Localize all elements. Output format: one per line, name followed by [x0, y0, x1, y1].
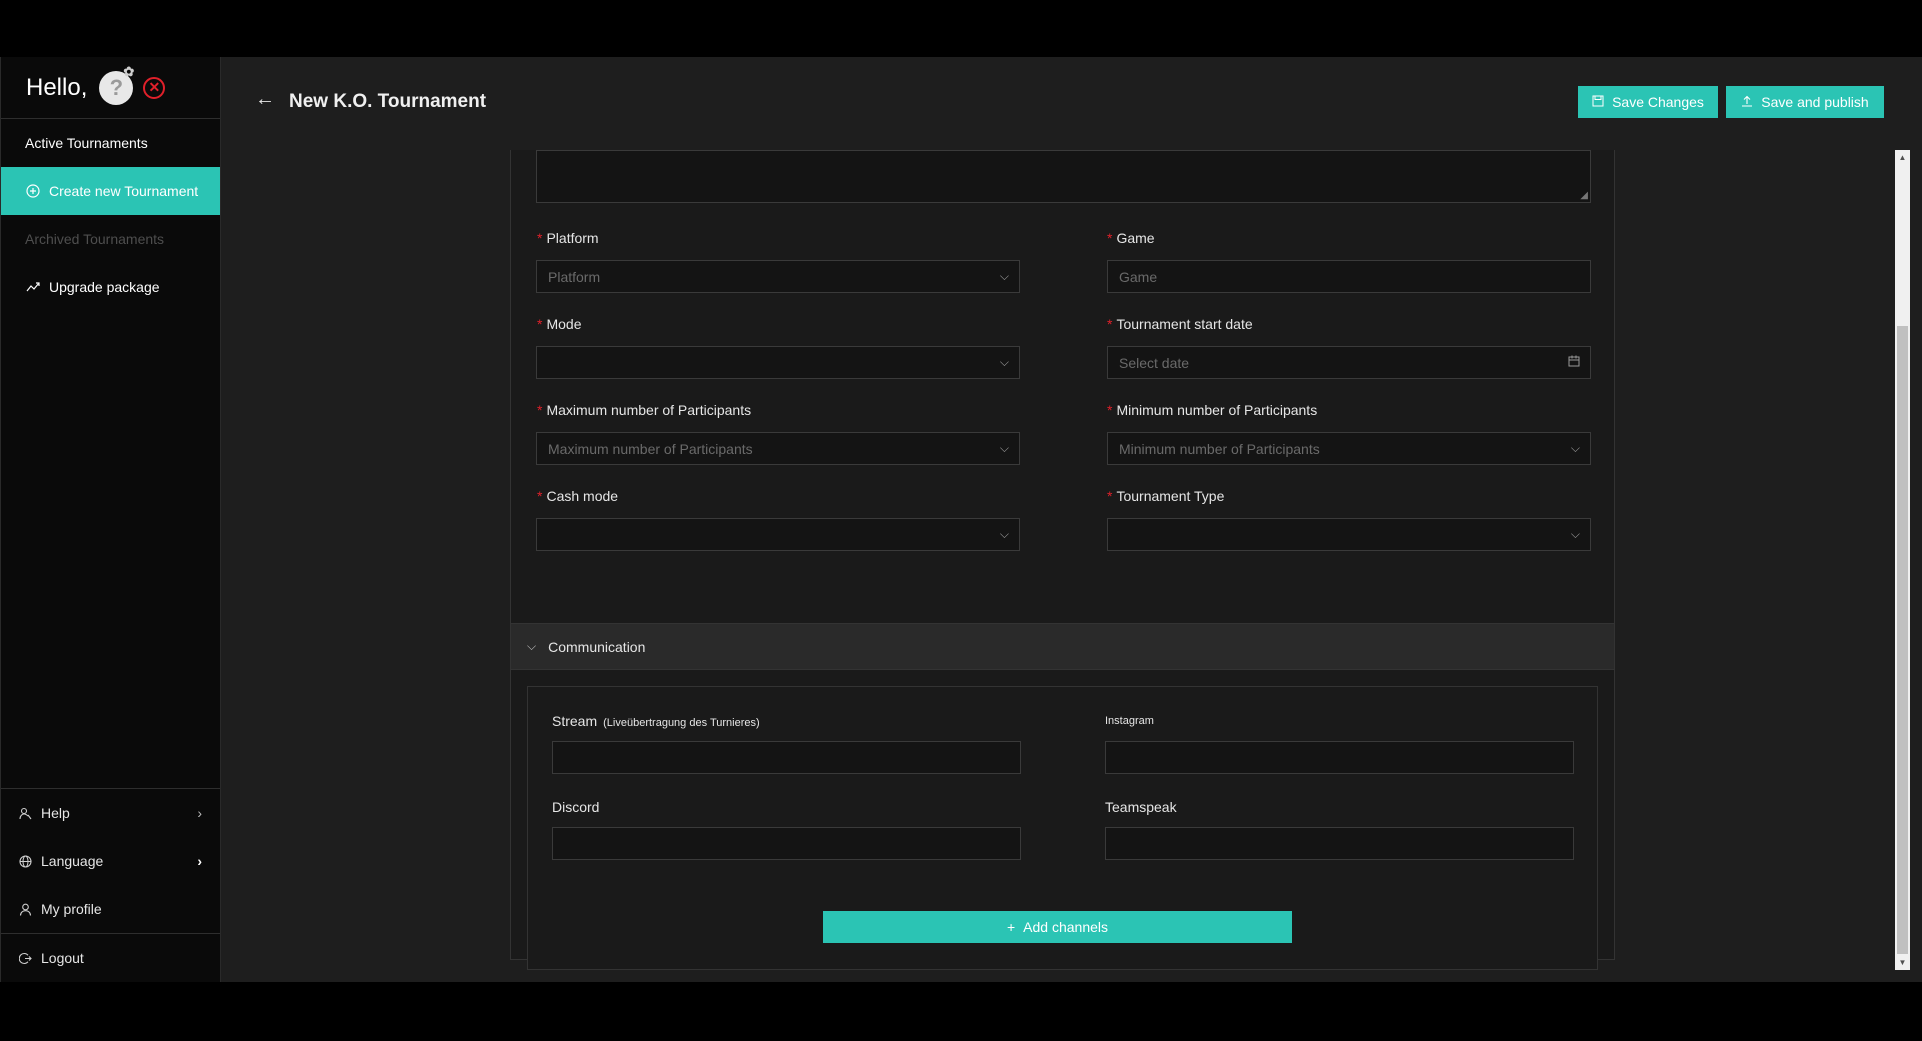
sidebar-item-language[interactable]: Language ›	[1, 837, 220, 885]
my-profile-label: My profile	[41, 901, 102, 917]
communication-title: Communication	[548, 638, 646, 655]
chevron-right-icon: ›	[197, 853, 202, 869]
discord-input[interactable]	[552, 827, 1021, 860]
chevron-down-icon: ⌵	[999, 269, 1009, 283]
greeting-row: Hello, ? ✿ ✕	[1, 57, 220, 119]
platform-select[interactable]: Platform ⌵	[536, 260, 1020, 293]
nav-label: Active Tournaments	[25, 135, 148, 151]
mode-select[interactable]: ⌵	[536, 346, 1020, 379]
user-icon	[17, 903, 33, 916]
nav-create-tournament[interactable]: Create new Tournament	[1, 167, 220, 215]
description-textarea[interactable]: ◢	[536, 150, 1591, 203]
scrollbar-thumb[interactable]	[1897, 326, 1908, 954]
logout-icon	[17, 952, 33, 965]
discord-label: Discord	[552, 799, 600, 815]
calendar-icon	[1568, 355, 1580, 370]
scroll-up-arrow-icon[interactable]: ▲	[1895, 150, 1910, 165]
nav-label: Archived Tournaments	[25, 231, 165, 247]
cash-mode-select[interactable]: ⌵	[536, 518, 1020, 551]
sidebar: Hello, ? ✿ ✕ Active Tournaments Create n…	[0, 57, 221, 982]
instagram-label: Instagram	[1105, 715, 1154, 727]
start-date-label: * Tournament start date	[1107, 316, 1253, 332]
chevron-down-icon: ⌵	[1570, 441, 1580, 455]
teamspeak-label: Teamspeak	[1105, 799, 1177, 815]
nav-label: Upgrade package	[49, 279, 160, 295]
chevron-down-icon: ⌵	[1570, 527, 1580, 541]
save-changes-button[interactable]: Save Changes	[1578, 86, 1718, 118]
close-icon[interactable]: ✕	[143, 76, 166, 99]
stream-input[interactable]	[552, 741, 1021, 774]
instagram-input[interactable]	[1105, 741, 1574, 774]
help-person-icon	[17, 807, 33, 820]
avatar-placeholder: ?	[109, 74, 124, 100]
scroll-down-arrow-icon[interactable]: ▼	[1895, 955, 1910, 970]
greeting-text: Hello,	[26, 73, 88, 101]
nav-archived-tournaments[interactable]: Archived Tournaments	[1, 215, 220, 263]
globe-icon	[17, 854, 33, 868]
app-window: Hello, ? ✿ ✕ Active Tournaments Create n…	[0, 57, 1922, 982]
communication-section-header[interactable]: ⌵ Communication	[511, 623, 1614, 670]
sidebar-item-help[interactable]: Help ›	[1, 789, 220, 837]
page-header: ← New K.O. Tournament Save Changes Save …	[221, 57, 1922, 147]
nav-upgrade-package[interactable]: Upgrade package	[1, 263, 220, 311]
max-participants-select[interactable]: Maximum number of Participants ⌵	[536, 432, 1020, 465]
cash-mode-label: * Cash mode	[537, 488, 619, 504]
language-label: Language	[41, 853, 104, 869]
scrollbar[interactable]: ▲ ▼	[1895, 150, 1910, 970]
page-title: New K.O. Tournament	[289, 91, 487, 112]
plus-icon: +	[1006, 919, 1016, 935]
sidebar-bottom: Help › Language › My profile Logout	[1, 788, 220, 982]
chevron-down-icon: ⌵	[999, 355, 1009, 369]
nav-label: Create new Tournament	[49, 183, 199, 199]
save-icon	[1592, 95, 1604, 110]
chevron-down-icon: ⌵	[999, 527, 1009, 541]
tournament-type-select[interactable]: ⌵	[1107, 518, 1591, 551]
tournament-form: ◢ * Platform Platform ⌵ * Game Game * Mode …	[510, 150, 1615, 970]
chevron-right-icon: ›	[197, 805, 202, 821]
add-channels-label: Add channels	[1023, 919, 1109, 935]
sidebar-item-my-profile[interactable]: My profile	[1, 885, 220, 933]
max-participants-label: * Maximum number of Participants	[537, 402, 752, 418]
tournament-type-label: * Tournament Type	[1107, 488, 1225, 504]
upload-icon	[1741, 95, 1753, 110]
min-participants-select[interactable]: Minimum number of Participants ⌵	[1107, 432, 1591, 465]
trend-up-icon	[25, 280, 41, 294]
help-label: Help	[41, 805, 70, 821]
stream-label: Stream (Liveübertragung des Turnieres)	[552, 713, 760, 729]
save-changes-label: Save Changes	[1612, 94, 1704, 110]
start-date-picker[interactable]: Select date	[1107, 346, 1591, 379]
min-participants-label: * Minimum number of Participants	[1107, 402, 1318, 418]
nav-active-tournaments[interactable]: Active Tournaments	[1, 119, 220, 167]
mode-label: * Mode	[537, 316, 582, 332]
stream-hint: (Liveübertragung des Turnieres)	[603, 717, 760, 729]
plus-circle-icon	[25, 184, 41, 198]
communication-panel: Stream (Liveübertragung des Turnieres) In…	[527, 686, 1598, 970]
avatar[interactable]: ? ✿	[99, 64, 134, 105]
sidebar-item-logout[interactable]: Logout	[1, 934, 220, 982]
chevron-down-icon: ⌵	[527, 639, 537, 653]
teamspeak-input[interactable]	[1105, 827, 1574, 860]
game-label: * Game	[1107, 230, 1155, 246]
logout-label: Logout	[41, 950, 84, 966]
add-channels-button[interactable]: + Add channels	[823, 911, 1292, 943]
arrow-left-icon[interactable]: ←	[255, 88, 275, 111]
game-input[interactable]: Game	[1107, 260, 1591, 293]
resize-handle-icon[interactable]: ◢	[1580, 190, 1588, 201]
chevron-down-icon: ⌵	[999, 441, 1009, 455]
gear-icon[interactable]: ✿	[123, 64, 137, 79]
platform-label: * Platform	[537, 230, 599, 246]
save-publish-label: Save and publish	[1761, 94, 1869, 110]
save-publish-button[interactable]: Save and publish	[1726, 86, 1884, 118]
